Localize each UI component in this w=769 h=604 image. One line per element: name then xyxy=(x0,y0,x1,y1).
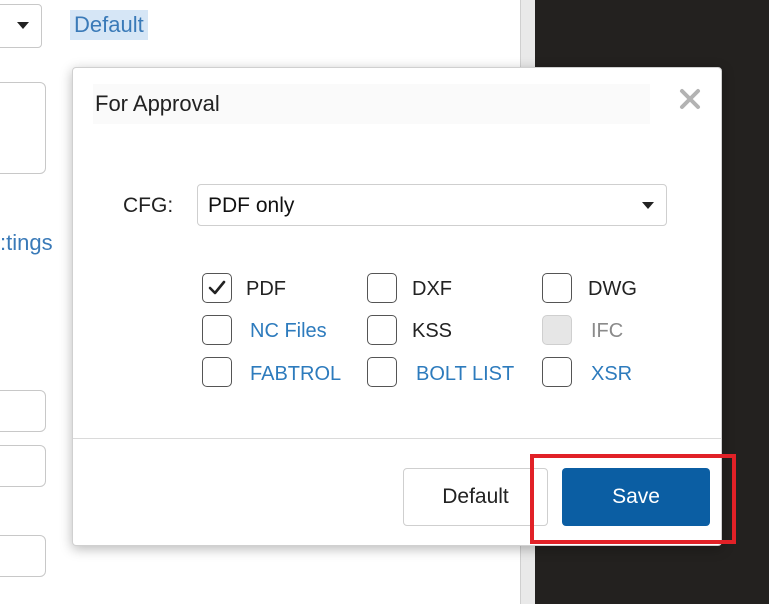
cfg-select[interactable]: PDF only xyxy=(197,184,667,226)
highlight-box xyxy=(530,454,736,544)
chevron-down-icon xyxy=(17,22,29,29)
checkbox-kss[interactable] xyxy=(367,315,397,345)
checkbox-label: DWG xyxy=(588,278,637,300)
background-textarea[interactable] xyxy=(0,82,46,174)
background-dropdown[interactable] xyxy=(0,4,42,48)
checkbox-label: IFC xyxy=(591,320,624,342)
checkbox-label[interactable]: BOLT LIST xyxy=(416,363,514,386)
checkbox-label: DXF xyxy=(412,278,452,300)
chevron-down-icon xyxy=(642,202,654,209)
checkbox-label[interactable]: NC Files xyxy=(250,320,327,343)
default-button[interactable]: Default xyxy=(403,468,548,526)
cfg-selected-value: PDF only xyxy=(208,194,295,217)
checkbox-label[interactable]: FABTROL xyxy=(250,363,341,386)
checkbox-nc-files[interactable] xyxy=(202,315,232,345)
checkbox-label: KSS xyxy=(412,320,453,342)
footer-divider xyxy=(73,438,721,439)
background-input[interactable] xyxy=(0,390,46,432)
checkbox-label[interactable]: XSR xyxy=(591,363,632,386)
checkmark-icon xyxy=(208,280,226,295)
background-input[interactable] xyxy=(0,445,46,487)
background-settings-link[interactable]: :tings xyxy=(0,230,53,256)
checkbox-bolt-list[interactable] xyxy=(367,357,397,387)
cfg-label: CFG: xyxy=(123,194,174,217)
checkbox-dwg[interactable] xyxy=(542,273,572,303)
dialog-title-input[interactable]: For Approval xyxy=(93,84,650,124)
background-default-link[interactable]: Default xyxy=(70,10,148,40)
checkbox-ifc xyxy=(542,315,572,345)
checkbox-dxf[interactable] xyxy=(367,273,397,303)
checkbox-fabtrol[interactable] xyxy=(202,357,232,387)
checkbox-label: PDF xyxy=(246,278,286,300)
checkbox-xsr[interactable] xyxy=(542,357,572,387)
checkbox-pdf[interactable] xyxy=(202,273,232,303)
background-input[interactable] xyxy=(0,535,46,577)
close-icon[interactable] xyxy=(675,84,705,114)
